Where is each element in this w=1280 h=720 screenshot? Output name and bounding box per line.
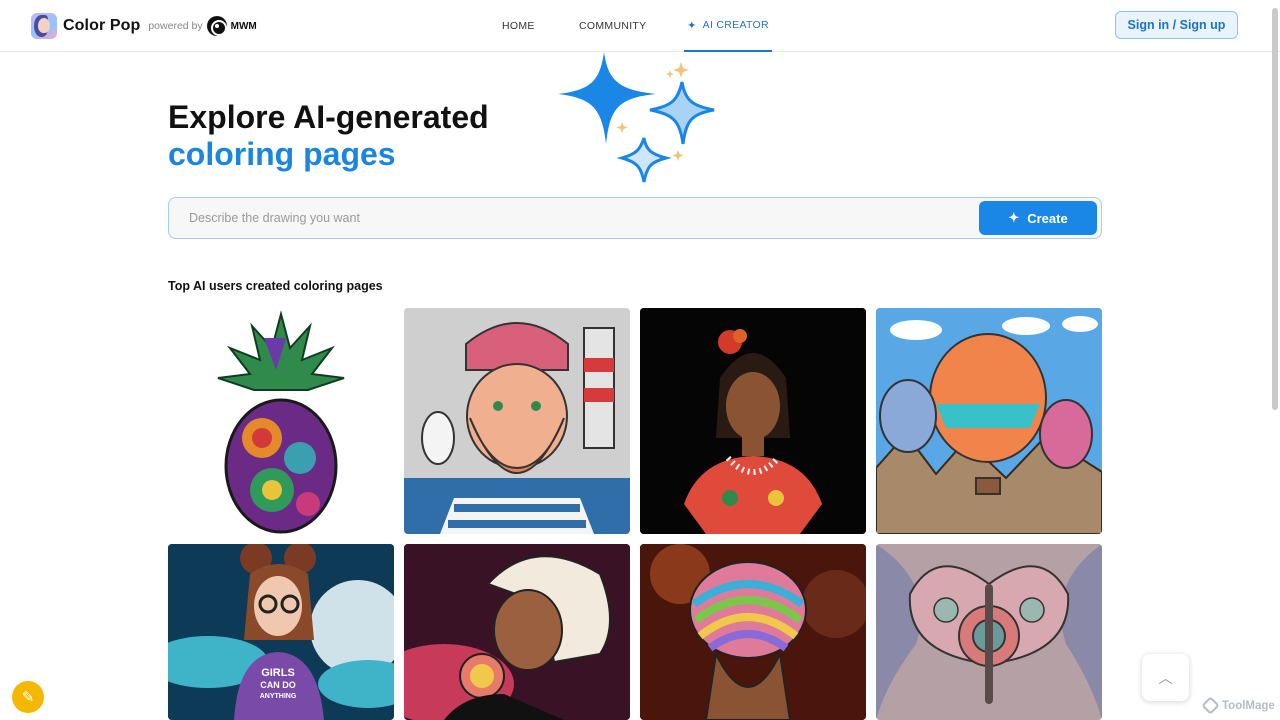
toolmage-logo-icon — [1201, 696, 1220, 715]
gallery-card-blonde-woman[interactable] — [404, 544, 630, 720]
brand[interactable]: Color Pop powered by MWM — [31, 13, 257, 39]
hero-subtitle: coloring pages — [168, 136, 396, 172]
sparkles-illustration-icon — [552, 52, 722, 192]
create-button[interactable]: ✦ Create — [979, 201, 1097, 235]
shirt-text-line-2: CAN DO — [260, 680, 296, 690]
prompt-input[interactable] — [189, 198, 969, 238]
balloons-image — [876, 308, 1102, 534]
sign-in-button[interactable]: Sign in / Sign up — [1115, 11, 1238, 39]
watermark: ToolMage — [1201, 696, 1275, 715]
mwm-label: MWM — [230, 20, 257, 32]
feedback-button[interactable]: ✎ — [12, 681, 44, 713]
sailor-image — [404, 308, 630, 534]
gallery-card-rainbow-hair[interactable] — [640, 544, 866, 720]
back-to-top-button[interactable]: ︿ — [1142, 654, 1189, 701]
gallery-card-girl-moon[interactable]: GIRLS CAN DO ANYTHING — [168, 544, 394, 720]
shirt-text-line-3: ANYTHING — [260, 693, 297, 700]
page-scrollbar[interactable] — [1272, 8, 1278, 410]
nav-ai-creator-label: AI CREATOR — [702, 19, 769, 31]
pineapple-image — [217, 310, 345, 534]
pencil-icon: ✎ — [21, 689, 35, 706]
brand-name: Color Pop — [63, 17, 141, 34]
gallery-card-pineapple[interactable] — [168, 308, 394, 534]
gallery-card-butterfly[interactable] — [876, 544, 1102, 720]
top-header: Color Pop powered by MWM HOME COMMUNITY … — [0, 0, 1280, 52]
magic-wand-icon: ✦ — [1008, 210, 1020, 225]
mwm-logo-icon — [206, 16, 227, 36]
hero-title: Explore AI-generated — [168, 99, 489, 135]
gallery-card-woman-flower[interactable] — [640, 308, 866, 534]
chevron-up-icon: ︿ — [1158, 669, 1173, 686]
gallery-title: Top AI users created coloring pages — [168, 279, 383, 293]
blonde-woman-image — [404, 544, 630, 720]
magic-wand-icon: ✦ — [687, 19, 697, 32]
prompt-bar: ✦ Create — [168, 197, 1102, 239]
brand-logo-icon — [31, 13, 57, 39]
powered-by-text: powered by — [148, 20, 203, 32]
watermark-text: ToolMage — [1222, 699, 1275, 712]
rainbow-hair-image — [640, 544, 866, 720]
nav-home[interactable]: HOME — [502, 0, 535, 52]
woman-flower-image — [640, 308, 866, 534]
nav-community[interactable]: COMMUNITY — [579, 0, 646, 52]
girl-moon-image: GIRLS CAN DO ANYTHING — [168, 544, 394, 720]
create-button-label: Create — [1027, 210, 1068, 226]
gallery-card-sailor[interactable] — [404, 308, 630, 534]
butterfly-image — [876, 544, 1102, 720]
shirt-text-line-1: GIRLS — [261, 667, 295, 679]
nav-ai-creator[interactable]: ✦ AI CREATOR — [684, 0, 772, 52]
gallery-card-balloons[interactable] — [876, 308, 1102, 534]
